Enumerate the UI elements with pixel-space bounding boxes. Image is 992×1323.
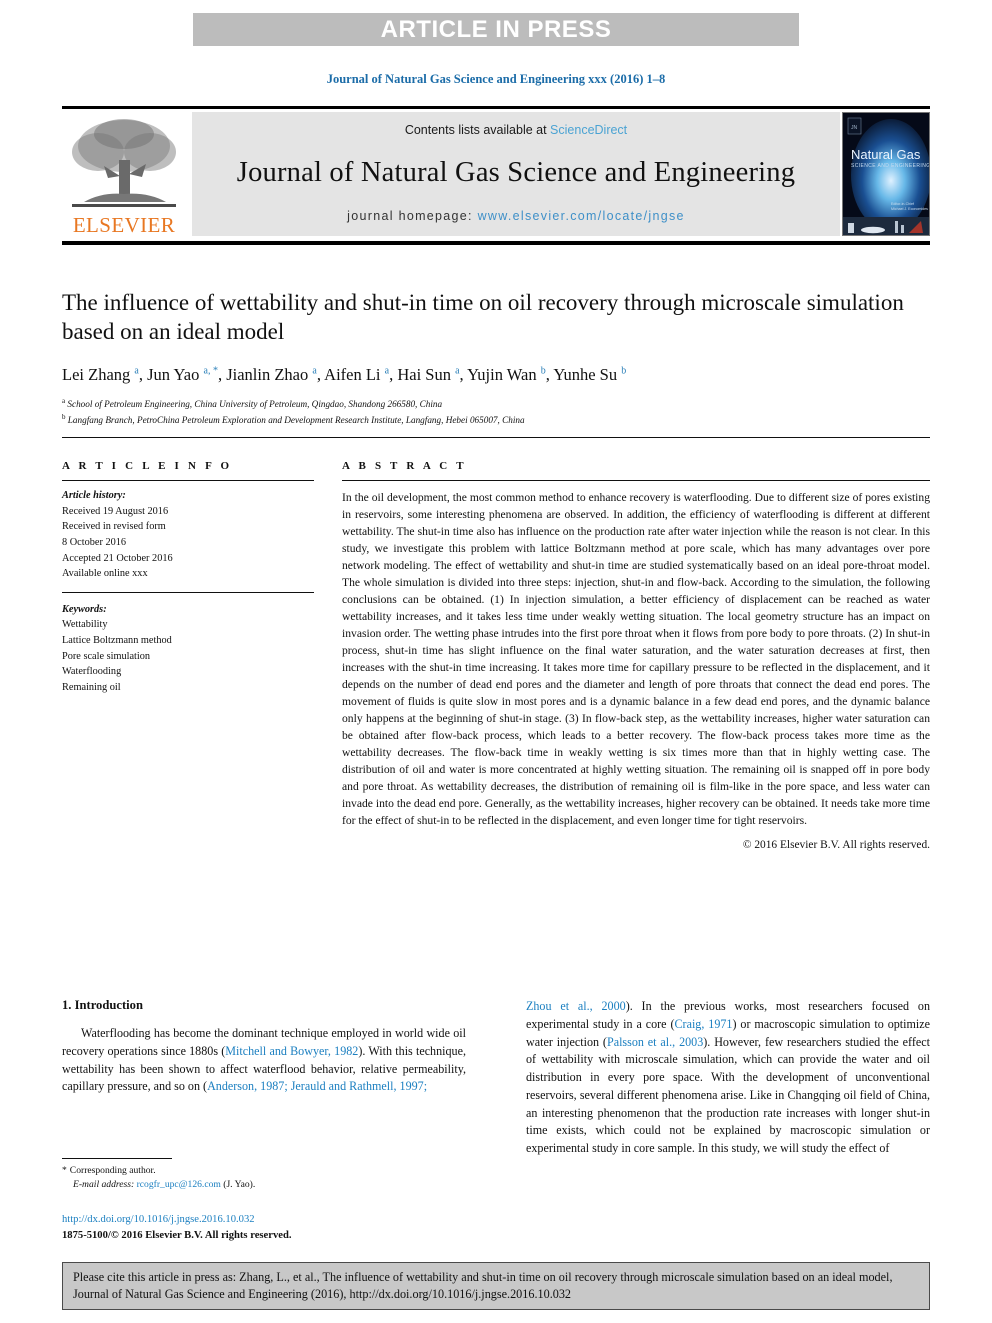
abstract-rule: [342, 480, 930, 481]
masthead-center-band: Contents lists available at ScienceDirec…: [192, 112, 840, 236]
page-title: The influence of wettability and shut-in…: [62, 290, 904, 345]
affiliations: a School of Petroleum Engineering, China…: [62, 396, 930, 427]
article-in-press-banner: ARTICLE IN PRESS: [193, 13, 799, 46]
affiliation-a: a School of Petroleum Engineering, China…: [62, 397, 443, 410]
svg-text:Natural Gas: Natural Gas: [851, 147, 921, 162]
corresponding-author-text: Corresponding author.: [69, 1165, 156, 1176]
keyword-item: Pore scale simulation: [62, 650, 151, 662]
elsevier-wordmark: ELSEVIER: [72, 213, 176, 237]
elsevier-logo: ELSEVIER: [62, 112, 186, 236]
sciencedirect-link[interactable]: ScienceDirect: [550, 123, 627, 137]
keywords-label: Keywords:: [62, 603, 107, 615]
keywords-rule: [62, 591, 314, 593]
keyword-item: Remaining oil: [62, 682, 121, 694]
svg-text:Michael J. Economides: Michael J. Economides: [891, 207, 928, 211]
history-line: Received 19 August 2016: [62, 505, 169, 517]
keyword-item: Wettability: [62, 619, 108, 631]
author-list: Lei Zhang a, Jun Yao a, *, Jianlin Zhao …: [62, 364, 627, 384]
email-line: E-mail address: rcogfr_upc@126.com (J. Y…: [62, 1178, 466, 1192]
abstract-column: A B S T R A C T In the oil development, …: [342, 460, 930, 851]
journal-title: Journal of Natural Gas Science and Engin…: [236, 157, 796, 188]
journal-homepage-line: journal homepage: www.elsevier.com/locat…: [347, 209, 685, 223]
cite-this-article-text: Please cite this article in press as: Zh…: [73, 1270, 893, 1301]
journal-cover-image: JN Natural Gas SCIENCE AND ENGINEERING E…: [843, 113, 930, 235]
homepage-prefix: journal homepage:: [347, 209, 478, 223]
citation-link[interactable]: Palsson et al., 2003: [607, 1035, 703, 1049]
article-in-press-label: ARTICLE IN PRESS: [380, 15, 612, 43]
history-line: Accepted 21 October 2016: [62, 552, 173, 564]
running-head: Journal of Natural Gas Science and Engin…: [326, 72, 666, 86]
doi-block: http://dx.doi.org/10.1016/j.jngse.2016.1…: [62, 1212, 482, 1243]
elsevier-tree-icon: [72, 119, 176, 207]
corresponding-author-line: * Corresponding author.: [62, 1164, 466, 1178]
journal-cover-thumbnail: JN Natural Gas SCIENCE AND ENGINEERING E…: [842, 112, 930, 236]
body-column-right: Zhou et al., 2000). In the previous work…: [526, 998, 930, 1248]
svg-text:SCIENCE AND ENGINEERING: SCIENCE AND ENGINEERING: [851, 163, 930, 169]
footnote-rule: [62, 1158, 172, 1159]
footnote-star: *: [62, 1165, 67, 1176]
section-heading-introduction: 1. Introduction: [62, 998, 143, 1012]
issn-copyright-line: 1875-5100/© 2016 Elsevier B.V. All right…: [62, 1229, 292, 1241]
history-line: 8 October 2016: [62, 536, 127, 548]
abstract-heading: A B S T R A C T: [342, 460, 467, 472]
intro-paragraph-left: Waterflooding has become the dominant te…: [62, 1025, 466, 1096]
svg-text:Editor-in-Chief: Editor-in-Chief: [891, 202, 914, 206]
email-label: E-mail address:: [73, 1179, 135, 1191]
citation-link[interactable]: Zhou et al., 2000: [526, 999, 626, 1013]
title-section-rule: [62, 437, 930, 438]
keyword-item: Lattice Boltzmann method: [62, 635, 172, 647]
abstract-copyright: © 2016 Elsevier B.V. All rights reserved…: [742, 838, 930, 851]
citation-link[interactable]: Anderson, 1987; Jerauld and Rathmell, 19…: [207, 1079, 427, 1093]
body-text: ). However, few researchers studied the …: [526, 1034, 930, 1156]
body-column-left: 1. Introduction Waterflooding has become…: [62, 998, 466, 1248]
contents-lists-line: Contents lists available at ScienceDirec…: [405, 123, 627, 137]
citation-link[interactable]: Mitchell and Bowyer, 1982: [225, 1044, 358, 1058]
history-line: Available online xxx: [62, 568, 148, 580]
citation-link[interactable]: Craig, 1971: [674, 1017, 732, 1031]
affiliation-b: b Langfang Branch, PetroChina Petroleum …: [62, 412, 525, 425]
masthead-top-rule: [62, 106, 930, 109]
homepage-url-link[interactable]: www.elsevier.com/locate/jngse: [478, 209, 685, 223]
svg-text:JN: JN: [851, 125, 858, 131]
affiliation-a-text: School of Petroleum Engineering, China U…: [67, 399, 443, 410]
cite-this-article-box: Please cite this article in press as: Zh…: [62, 1262, 930, 1310]
keywords-block: Keywords: Wettability Lattice Boltzmann …: [62, 602, 314, 696]
article-info-column: A R T I C L E I N F O Article history: R…: [62, 460, 314, 696]
article-history-block: Article history: Received 19 August 2016…: [62, 488, 314, 582]
journal-masthead: ELSEVIER Contents lists available at Sci…: [62, 106, 930, 245]
intro-paragraph-right: Zhou et al., 2000). In the previous work…: [526, 998, 930, 1158]
abstract-text: In the oil development, the most common …: [342, 491, 930, 827]
title-block: The influence of wettability and shut-in…: [62, 288, 930, 427]
affiliation-b-text: Langfang Branch, PetroChina Petroleum Ex…: [67, 414, 525, 425]
keyword-item: Waterflooding: [62, 666, 122, 678]
email-owner: (J. Yao).: [223, 1179, 256, 1191]
footnote-block: * Corresponding author. E-mail address: r…: [62, 1158, 466, 1193]
article-info-rule: [62, 480, 314, 481]
contents-lists-prefix: Contents lists available at: [404, 123, 551, 137]
masthead-bottom-rule: [62, 241, 930, 245]
article-info-heading: A R T I C L E I N F O: [62, 460, 233, 472]
email-link[interactable]: rcogfr_upc@126.com: [137, 1179, 221, 1190]
article-history-label: Article history:: [62, 490, 126, 501]
history-line: Received in revised form: [62, 521, 166, 533]
doi-link[interactable]: http://dx.doi.org/10.1016/j.jngse.2016.1…: [62, 1212, 482, 1228]
body-columns: 1. Introduction Waterflooding has become…: [62, 998, 930, 1248]
